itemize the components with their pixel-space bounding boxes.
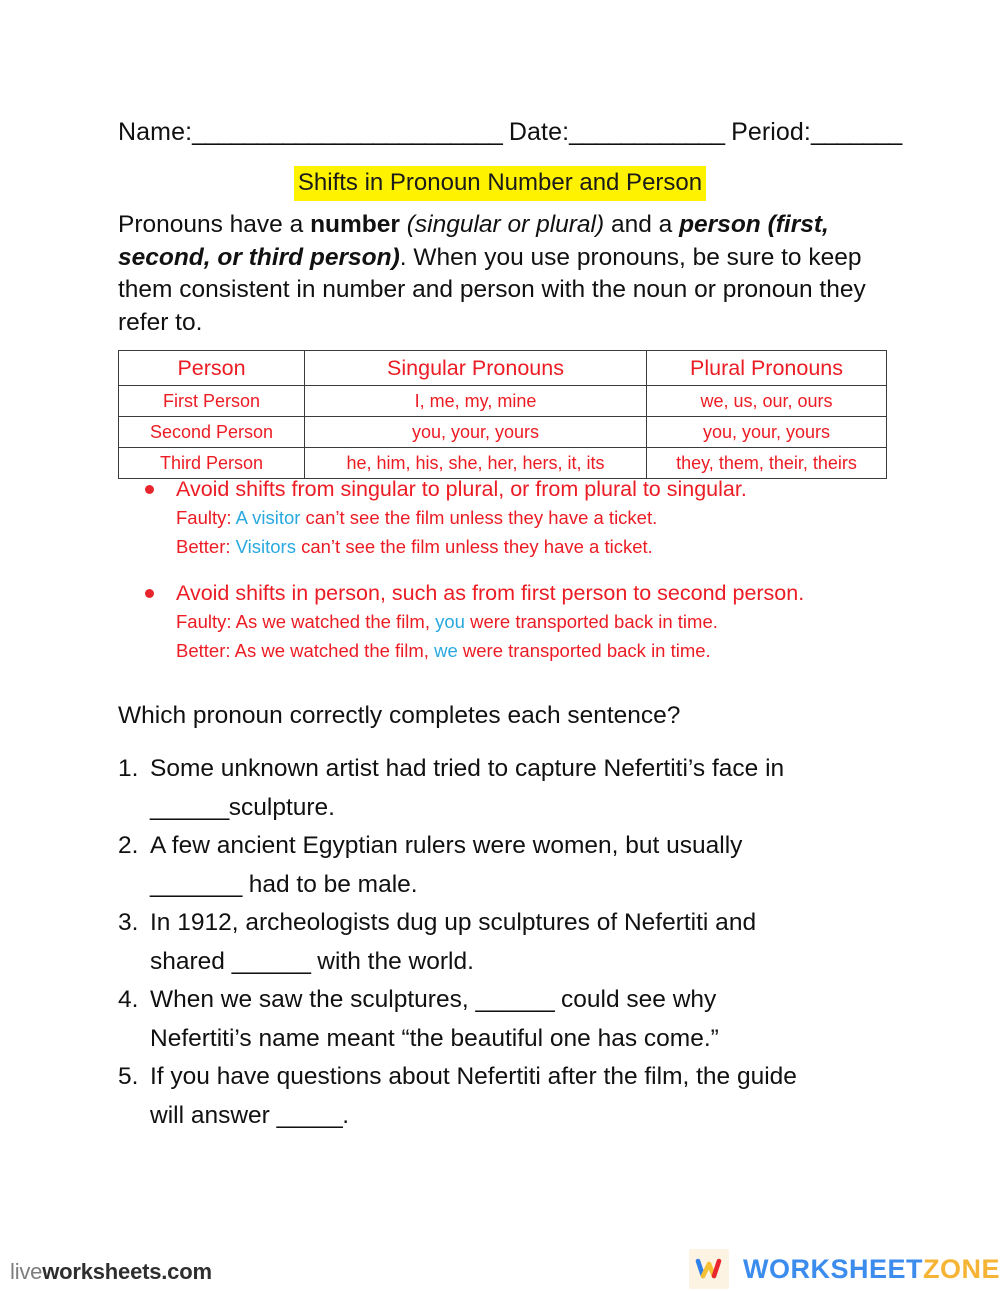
pronoun-reference-table: Person Singular Pronouns Plural Pronouns… xyxy=(118,350,887,479)
question-number: 4. xyxy=(118,986,139,1013)
rules-list: Avoid shifts from singular to plural, or… xyxy=(118,474,908,682)
question-line-2-post: . xyxy=(342,1101,350,1129)
question-line-1-post: could see why xyxy=(554,986,717,1013)
rule-examples: Faulty: A visitor can’t see the film unl… xyxy=(118,504,908,561)
question-line-1: When we saw the sculptures, ______ could… xyxy=(150,981,908,1020)
better-highlight: Visitors xyxy=(235,535,296,557)
worksheetzone-wordmark: WORKSHEETZONE xyxy=(743,1254,1000,1285)
exercise-prompt: Which pronoun correctly completes each s… xyxy=(118,702,681,729)
student-info-bar: Name:________________________ Date:_____… xyxy=(118,118,918,147)
table-header-plural: Plural Pronouns xyxy=(646,350,887,386)
rule-heading-text: Avoid shifts from singular to plural, or… xyxy=(176,477,747,501)
name-label: Name: xyxy=(118,118,193,146)
question-line-2: shared ______ with the world. xyxy=(150,943,908,982)
rule-heading: Avoid shifts from singular to plural, or… xyxy=(118,474,908,504)
questions-list: 1. Some unknown artist had tried to capt… xyxy=(118,750,908,1135)
question-line-2-pre: shared xyxy=(150,947,232,975)
date-blank[interactable]: ____________ xyxy=(569,118,725,146)
better-rest: can’t see the film unless they have a ti… xyxy=(295,535,653,557)
answer-blank[interactable]: ______ xyxy=(475,986,554,1013)
intro-text-2: and a xyxy=(604,211,680,238)
name-blank[interactable]: ________________________ xyxy=(192,118,503,146)
rule-heading: Avoid shifts in person, such as from fir… xyxy=(118,578,908,608)
question-line-2-post: with the world. xyxy=(310,947,474,975)
question-item-3: 3. In 1912, archeologists dug up sculptu… xyxy=(118,904,908,981)
question-item-1: 1. Some unknown artist had tried to capt… xyxy=(118,750,908,827)
table-row: Second Person you, your, yours you, your… xyxy=(118,416,887,448)
answer-blank[interactable]: ______ xyxy=(150,794,229,821)
worksheetzone-word-b: ZONE xyxy=(922,1253,1000,1284)
question-item-5: 5. If you have questions about Nefertiti… xyxy=(118,1058,908,1135)
question-line-2: _______ had to be male. xyxy=(150,866,908,905)
rule-item: Avoid shifts in person, such as from fir… xyxy=(118,578,908,665)
question-number: 2. xyxy=(118,832,139,859)
faulty-example: Faulty: A visitor can’t see the film unl… xyxy=(176,504,908,533)
table-header-row: Person Singular Pronouns Plural Pronouns xyxy=(118,350,887,386)
worksheetzone-word-a: WORKSHEET xyxy=(742,1253,923,1284)
faulty-example: Faulty: As we watched the film, you were… xyxy=(176,608,908,637)
table-cell-person: First Person xyxy=(118,385,305,417)
table-cell-singular: you, your, yours xyxy=(304,416,647,448)
table-cell-person: Second Person xyxy=(118,416,305,448)
table-header-singular: Singular Pronouns xyxy=(304,350,647,386)
intro-text-1: Pronouns have a xyxy=(118,211,311,238)
question-line-1: Some unknown artist had tried to capture… xyxy=(150,755,785,782)
worksheetzone-logo[interactable]: WORKSHEETZONE xyxy=(688,1249,1000,1289)
question-number: 5. xyxy=(118,1063,139,1090)
question-line-2-pre: will answer xyxy=(150,1101,277,1129)
question-line-1: In 1912, archeologists dug up sculptures… xyxy=(150,909,757,936)
faulty-rest: can’t see the film unless they have a ti… xyxy=(300,507,658,528)
table-cell-singular: I, me, my, mine xyxy=(304,385,647,417)
question-line-2: Nefertiti’s name meant “the beautiful on… xyxy=(150,1024,719,1052)
answer-blank[interactable]: _____ xyxy=(277,1102,343,1129)
question-line-1: If you have questions about Nefertiti af… xyxy=(150,1063,797,1090)
bullet-dot-icon xyxy=(145,589,154,598)
question-number: 1. xyxy=(118,755,139,782)
question-line-2: ______sculpture. xyxy=(150,789,908,828)
intro-paragraph: Pronouns have a number (singular or plur… xyxy=(118,209,886,339)
question-line-2-post: had to be male. xyxy=(241,870,418,898)
better-highlight: we xyxy=(434,639,458,661)
table-cell-plural: you, your, yours xyxy=(646,416,887,448)
worksheetzone-w-mark-icon xyxy=(688,1249,729,1289)
better-rest: were transported back in time. xyxy=(457,639,711,661)
bullet-dot-icon xyxy=(145,485,154,494)
table-row: First Person I, me, my, mine we, us, our… xyxy=(118,385,887,417)
liveworksheets-logo-light: live xyxy=(10,1259,43,1284)
period-blank[interactable]: _______ xyxy=(811,118,902,146)
question-item-4: 4. When we saw the sculptures, ______ co… xyxy=(118,981,908,1058)
better-label: Better: As we watched the film, xyxy=(176,639,435,661)
answer-blank[interactable]: _______ xyxy=(150,871,242,898)
faulty-label: Faulty: xyxy=(176,507,236,528)
question-line-1: A few ancient Egyptian rulers were women… xyxy=(150,832,743,859)
faulty-highlight: you xyxy=(435,611,465,632)
rule-examples: Faulty: As we watched the film, you were… xyxy=(118,608,908,665)
question-line-2-post: sculpture. xyxy=(228,793,335,821)
better-label: Better: xyxy=(176,535,236,557)
better-example: Better: Visitors can’t see the film unle… xyxy=(176,533,908,562)
question-number: 3. xyxy=(118,909,139,936)
rule-heading-text: Avoid shifts in person, such as from fir… xyxy=(176,581,805,605)
faulty-rest: were transported back in time. xyxy=(464,611,718,632)
faulty-highlight: A visitor xyxy=(235,507,301,528)
question-line-2: will answer _____. xyxy=(150,1097,908,1136)
date-label: Date: xyxy=(508,118,570,146)
page-title-container: Shifts in Pronoun Number and Person xyxy=(0,166,1000,202)
liveworksheets-logo[interactable]: liveworksheets.com xyxy=(10,1259,212,1285)
period-label: Period: xyxy=(731,118,811,146)
table-cell-plural: we, us, our, ours xyxy=(646,385,887,417)
question-item-2: 2. A few ancient Egyptian rulers were wo… xyxy=(118,827,908,904)
intro-italic-singular-plural: (singular or plural) xyxy=(399,211,605,238)
answer-blank[interactable]: ______ xyxy=(232,948,311,975)
faulty-label: Faulty: As we watched the film, xyxy=(176,611,436,632)
rule-item: Avoid shifts from singular to plural, or… xyxy=(118,474,908,561)
page-title: Shifts in Pronoun Number and Person xyxy=(293,166,707,202)
better-example: Better: As we watched the film, we were … xyxy=(176,637,908,666)
worksheet-page: Name:________________________ Date:_____… xyxy=(0,0,1000,1291)
intro-bold-number: number xyxy=(310,211,400,238)
table-header-person: Person xyxy=(118,350,305,386)
question-line-1-pre: When we saw the sculptures, xyxy=(150,986,476,1013)
liveworksheets-logo-bold: worksheets.com xyxy=(42,1259,212,1284)
